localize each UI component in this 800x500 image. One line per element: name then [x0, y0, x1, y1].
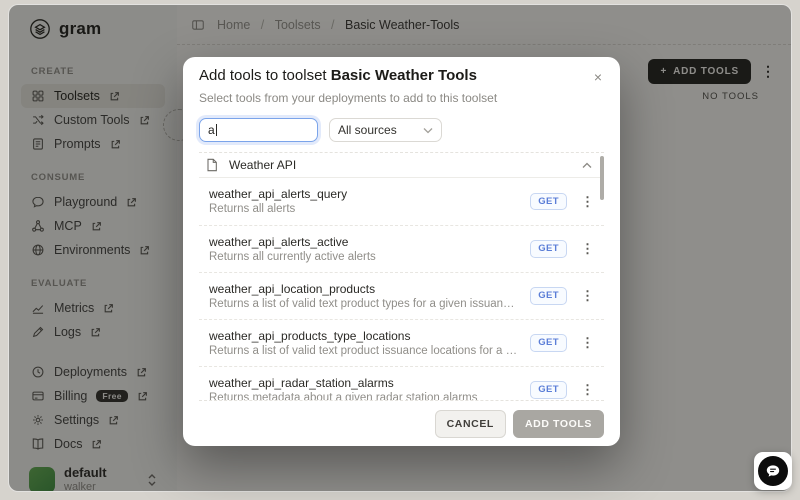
http-method-badge: GET — [530, 240, 567, 258]
tool-row[interactable]: weather_api_location_products Returns a … — [199, 272, 604, 319]
submit-add-tools-button[interactable]: ADD TOOLS — [513, 410, 604, 438]
close-icon[interactable]: × — [592, 67, 604, 87]
tool-list: Weather API weather_api_alerts_query Ret… — [199, 152, 604, 400]
tool-menu-button[interactable]: ⋮ — [577, 382, 598, 398]
tool-description: Returns a list of valid text product iss… — [209, 344, 520, 358]
cancel-button[interactable]: CANCEL — [435, 410, 506, 438]
scrollbar[interactable] — [600, 156, 604, 200]
tool-name: weather_api_alerts_active — [209, 235, 520, 250]
tool-description: Returns a list of valid text product typ… — [209, 297, 520, 311]
chat-widget-button[interactable] — [754, 452, 792, 490]
dialog-subtitle: Select tools from your deployments to ad… — [199, 91, 604, 105]
tool-menu-button[interactable]: ⋮ — [577, 335, 598, 351]
tool-menu-button[interactable]: ⋮ — [577, 288, 598, 304]
tool-name: weather_api_alerts_query — [209, 187, 520, 202]
tool-row[interactable]: weather_api_products_type_locations Retu… — [199, 319, 604, 366]
text-caret — [216, 124, 217, 136]
source-filter-value: All sources — [338, 123, 417, 137]
tool-description: Returns metadata about a given radar sta… — [209, 391, 520, 401]
search-input[interactable]: a — [199, 118, 318, 142]
http-method-badge: GET — [530, 381, 567, 399]
tool-row[interactable]: weather_api_alerts_active Returns all cu… — [199, 225, 604, 272]
add-tools-dialog: Add tools to toolset Basic Weather Tools… — [183, 57, 620, 446]
app-frame: gram CREATE Toolsets Custom Tools Prompt… — [0, 0, 800, 500]
source-group-label: Weather API — [229, 158, 571, 172]
tool-menu-button[interactable]: ⋮ — [577, 194, 598, 210]
tool-row[interactable]: weather_api_alerts_query Returns all ale… — [199, 178, 604, 225]
http-method-badge: GET — [530, 287, 567, 305]
dialog-title: Add tools to toolset Basic Weather Tools — [199, 67, 477, 85]
tool-name: weather_api_location_products — [209, 282, 520, 297]
tool-name: weather_api_radar_station_alarms — [209, 376, 520, 391]
chevron-up-icon — [582, 162, 592, 169]
chat-bubble-icon — [758, 456, 788, 486]
chevron-down-icon — [423, 127, 433, 134]
tool-description: Returns all currently active alerts — [209, 250, 520, 264]
tool-row[interactable]: weather_api_radar_station_alarms Returns… — [199, 366, 604, 400]
tool-menu-button[interactable]: ⋮ — [577, 241, 598, 257]
http-method-badge: GET — [530, 334, 567, 352]
document-icon — [205, 158, 218, 172]
http-method-badge: GET — [530, 193, 567, 211]
tool-description: Returns all alerts — [209, 202, 520, 216]
search-value: a — [208, 123, 215, 137]
source-filter-select[interactable]: All sources — [329, 118, 442, 142]
dialog-footer: CANCEL ADD TOOLS — [199, 400, 604, 446]
source-group-header[interactable]: Weather API — [199, 152, 604, 178]
tool-name: weather_api_products_type_locations — [209, 329, 520, 344]
